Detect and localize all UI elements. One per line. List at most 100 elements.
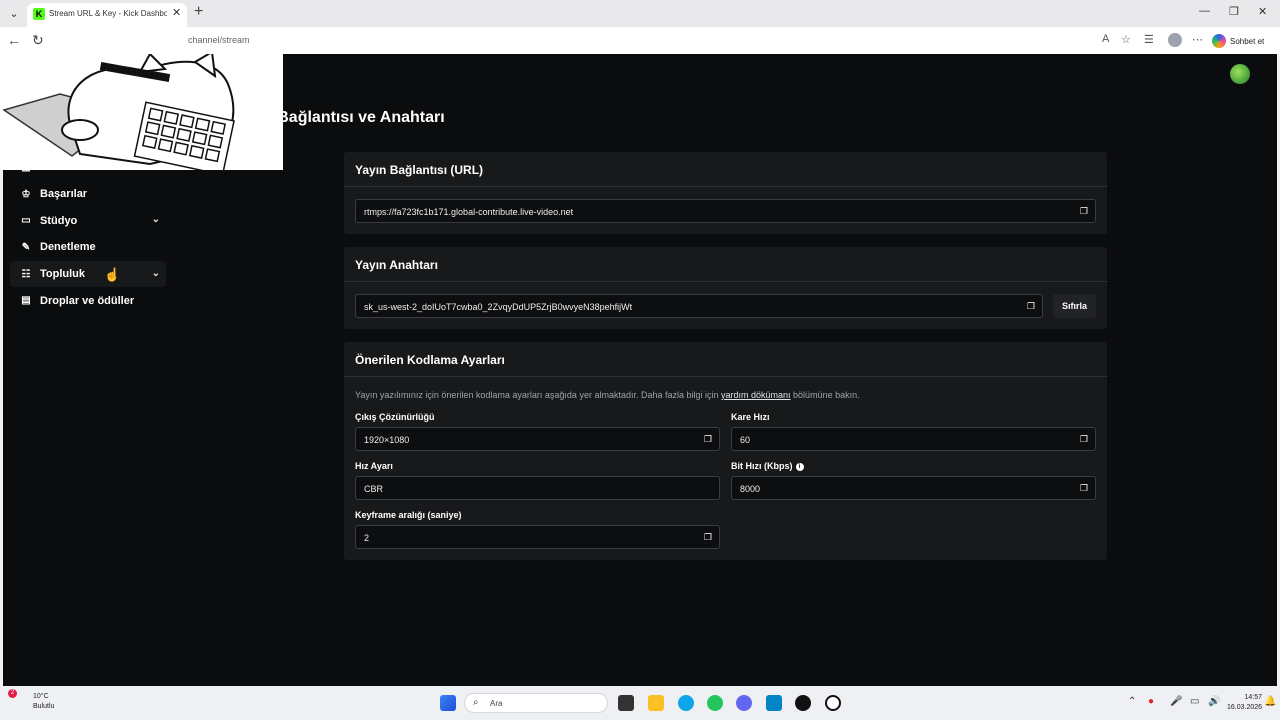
browser-tab-bar: ⌄ K Stream URL & Key - Kick Dashboard ✕ … <box>0 0 1280 27</box>
resolution-field[interactable]: 1920×1080 ❐ <box>355 427 720 451</box>
clock[interactable]: 14:57 16.03.2026 <box>1227 693 1262 713</box>
stream-key-value: sk_us-west-2_doIUoT7cwba0_2ZvqyDdUP5ZrjB… <box>364 302 633 312</box>
stream-url-field[interactable]: rtmps://fa723fc1b171.global-contribute.l… <box>355 199 1096 223</box>
chevron-down-icon[interactable]: ⌄ <box>152 214 160 225</box>
stream-key-card: Yayın Anahtarı sk_us-west-2_doIUoT7cwba0… <box>344 247 1107 329</box>
taskbar-search[interactable]: ⌕ Ara <box>464 693 608 713</box>
help-docs-link[interactable]: yardım dökümanı <box>721 390 791 400</box>
tab-title: Stream URL & Key - Kick Dashboard <box>49 9 167 18</box>
encoding-settings-card: Önerilen Kodlama Ayarları Yayın yazılımı… <box>344 342 1107 560</box>
search-icon: ⌕ <box>473 697 479 708</box>
sidebar-item-community[interactable]: ☷ Topluluk ⌄ <box>10 260 166 288</box>
volume-icon[interactable]: 🔊 <box>1208 696 1220 707</box>
read-aloud-icon[interactable]: A <box>1102 33 1109 45</box>
search-placeholder: Ara <box>490 699 503 708</box>
browser-tab[interactable]: K Stream URL & Key - Kick Dashboard ✕ <box>27 3 187 27</box>
copilot-label: Sohbet et <box>1230 36 1265 46</box>
copy-icon[interactable]: ❐ <box>704 434 712 445</box>
stream-url-card: Yayın Bağlantısı (URL) rtmps://fa723fc1b… <box>344 152 1107 234</box>
bitrate-label: Bit Hızı (Kbps) i <box>731 461 804 471</box>
community-icon: ☷ <box>21 268 31 280</box>
microphone-icon[interactable]: 🎤 <box>1170 696 1182 707</box>
network-icon[interactable]: ▭ <box>1190 696 1199 707</box>
card-title: Önerilen Kodlama Ayarları <box>344 342 1107 377</box>
sidebar-item-label: Başarılar <box>40 188 88 201</box>
bitrate-field[interactable]: 8000 ❐ <box>731 476 1096 500</box>
trophy-icon: ♔ <box>21 188 31 200</box>
tray-chevron-up-icon[interactable]: ⌃ <box>1128 696 1136 707</box>
sidebar-item-moderation[interactable]: ✎ Denetleme <box>10 234 166 261</box>
cat-keyboard-sticker <box>0 54 283 170</box>
chatgpt-icon[interactable] <box>825 695 841 711</box>
chevron-down-icon[interactable]: ⌄ <box>152 268 160 279</box>
gift-icon: ▤ <box>21 295 31 307</box>
weather-widget[interactable]: 10°C Bulutlu <box>33 692 54 712</box>
window-close-icon[interactable]: ✕ <box>1258 5 1267 18</box>
address-bar: ← ↻ channel/stream A ☆ ☰ ⋯ Sohbet et <box>0 27 1280 54</box>
clock-date: 16.03.2026 <box>1227 704 1263 711</box>
shield-app-icon[interactable] <box>766 695 782 711</box>
encoding-description: Yayın yazılımınız için önerilen kodlama … <box>355 390 860 400</box>
favorites-list-icon[interactable]: ☰ <box>1144 33 1154 46</box>
spotify-icon[interactable] <box>707 695 723 711</box>
copy-icon[interactable]: ❐ <box>1080 206 1088 217</box>
copy-icon[interactable]: ❐ <box>704 532 712 543</box>
wrench-icon: ✎ <box>21 241 31 253</box>
sidebar-item-studio[interactable]: ▭ Stüdyo ⌄ <box>10 207 166 234</box>
user-avatar[interactable] <box>1230 64 1250 84</box>
clock-time: 14:57 <box>1244 694 1263 701</box>
copilot-icon <box>1212 34 1226 48</box>
sidebar-item-label: Denetleme <box>40 241 96 254</box>
reset-key-button[interactable]: Sıfırla <box>1053 294 1096 318</box>
tab-close-icon[interactable]: ✕ <box>172 6 181 19</box>
tab-list-chevron-icon[interactable]: ⌄ <box>5 5 23 23</box>
minimize-icon[interactable]: — <box>1199 5 1210 17</box>
sidebar-item-label: Topluluk <box>40 268 86 281</box>
rate-control-label: Hız Ayarı <box>355 461 393 471</box>
sidebar-item-label: Stüdyo <box>40 214 78 227</box>
discord-icon[interactable] <box>736 695 752 711</box>
copy-icon[interactable]: ❐ <box>1027 301 1035 312</box>
weather-temp: 10°C <box>33 693 49 700</box>
weather-desc: Bulutlu <box>33 703 55 710</box>
edge-browser-icon[interactable] <box>678 695 694 711</box>
task-view-icon[interactable] <box>618 695 634 711</box>
windows-taskbar: 2 10°C Bulutlu ⌕ Ara ⌃ ● 🎤 ▭ 🔊 14:57 16.… <box>0 686 1280 720</box>
cat-keyboard-illustration <box>2 54 235 170</box>
restore-icon[interactable]: ❐ <box>1229 5 1239 18</box>
sidebar-item-label: Droplar ve ödüller <box>40 294 135 307</box>
stream-key-field[interactable]: sk_us-west-2_doIUoT7cwba0_2ZvqyDdUP5ZrjB… <box>355 294 1043 318</box>
url-field[interactable]: channel/stream <box>188 35 250 45</box>
sidebar-item-achievements[interactable]: ♔ Başarılar <box>10 181 166 208</box>
profile-avatar[interactable] <box>1168 33 1182 47</box>
kick-favicon-icon: K <box>33 8 45 20</box>
sidebar: ▦ Gelir ♔ Başarılar ▭ Stüdyo ⌄ ✎ Denetle… <box>10 154 166 314</box>
copy-icon[interactable]: ❐ <box>1080 483 1088 494</box>
keyframe-field[interactable]: 2 ❐ <box>355 525 720 549</box>
framerate-label: Kare Hızı <box>731 412 770 422</box>
back-icon[interactable]: ← <box>7 32 21 48</box>
refresh-icon[interactable]: ↻ <box>32 32 44 49</box>
new-tab-icon[interactable]: + <box>194 3 203 21</box>
copy-icon[interactable]: ❐ <box>1080 434 1088 445</box>
copilot-button[interactable]: Sohbet et <box>1212 32 1264 50</box>
rate-control-field[interactable]: CBR <box>355 476 720 500</box>
favorite-star-icon[interactable]: ☆ <box>1121 33 1131 46</box>
more-menu-icon[interactable]: ⋯ <box>1192 33 1203 46</box>
framerate-field[interactable]: 60 ❐ <box>731 427 1096 451</box>
notifications-bell-icon[interactable]: 🔔 <box>1264 696 1276 707</box>
hand-cursor-icon: ☝ <box>104 267 121 282</box>
studio-icon: ▭ <box>21 215 31 227</box>
sidebar-item-drops[interactable]: ▤ Droplar ve ödüller <box>10 287 166 314</box>
info-icon[interactable]: i <box>795 462 804 471</box>
resolution-label: Çıkış Çözünürlüğü <box>355 412 435 422</box>
weather-badge: 2 <box>8 689 17 698</box>
tray-app-icon[interactable]: ● <box>1148 696 1154 707</box>
card-title: Yayın Anahtarı <box>344 247 1107 282</box>
file-explorer-icon[interactable] <box>648 695 664 711</box>
stream-url-value: rtmps://fa723fc1b171.global-contribute.l… <box>364 207 574 217</box>
card-title: Yayın Bağlantısı (URL) <box>344 152 1107 187</box>
keyframe-label: Keyframe aralığı (saniye) <box>355 510 462 520</box>
windows-start-icon[interactable] <box>440 695 456 711</box>
obs-studio-icon[interactable] <box>795 695 811 711</box>
